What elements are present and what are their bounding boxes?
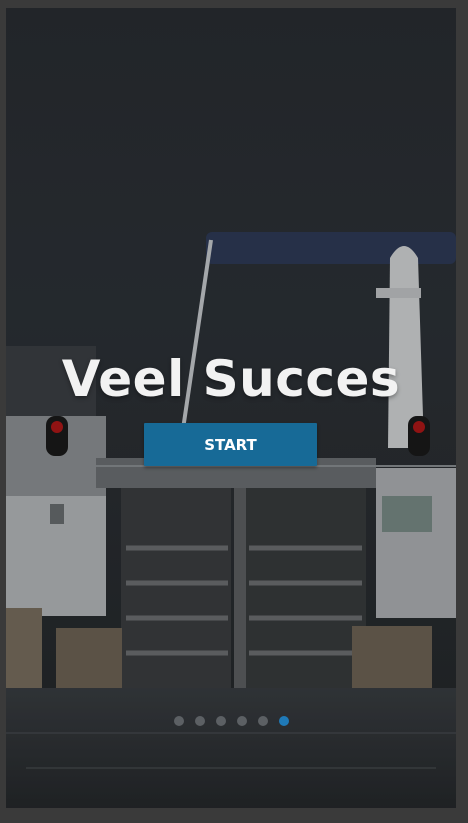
onboarding-content: Veel Succes START <box>6 8 456 808</box>
page-dot-1[interactable] <box>173 716 184 726</box>
onboarding-screen: Veel Succes START <box>6 8 456 808</box>
page-dot-6-active[interactable] <box>278 716 289 726</box>
page-dot-2[interactable] <box>194 716 205 726</box>
page-dot-4[interactable] <box>236 716 247 726</box>
onboarding-title: Veel Succes <box>61 350 401 408</box>
page-dot-3[interactable] <box>215 716 226 726</box>
start-button[interactable]: START <box>144 423 317 466</box>
page-dot-5[interactable] <box>257 716 268 726</box>
page-indicator <box>6 716 456 726</box>
app-frame: Veel Succes START <box>0 0 468 823</box>
